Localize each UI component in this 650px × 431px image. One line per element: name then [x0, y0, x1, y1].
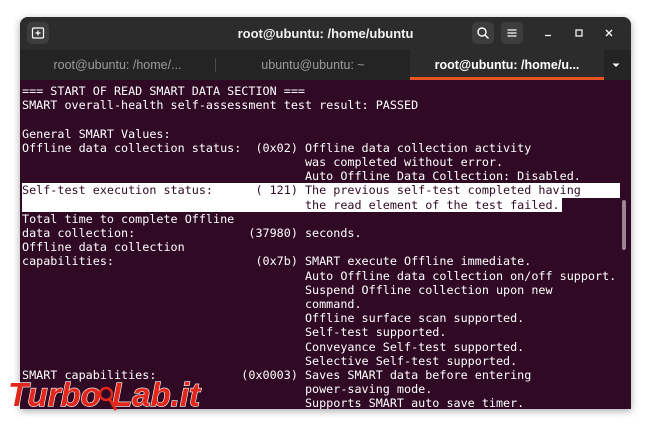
terminal-scrollbar[interactable] — [622, 200, 626, 250]
watermark-text-left: Turbo — [8, 376, 101, 413]
terminal-line: SMART overall-health self-assessment tes… — [22, 98, 419, 113]
watermark-text-right: Lab.it — [112, 376, 202, 413]
tab-label: root@ubuntu: /home/... — [53, 58, 182, 72]
terminal-line: was completed without error. — [22, 155, 504, 169]
terminal-line: Conveyance Self-test supported. — [22, 339, 525, 354]
terminal-line: Total time to complete Offline — [22, 211, 235, 226]
terminal-line: === START OF READ SMART DATA SECTION === — [22, 84, 305, 98]
terminal-line-selected: the read element of the test failed. — [22, 197, 562, 212]
tab-root-home-2[interactable]: root@ubuntu: /home/u... — [410, 50, 604, 80]
terminal-output[interactable]: === START OF READ SMART DATA SECTION ===… — [20, 80, 631, 409]
terminal-line: Offline surface scan supported. — [22, 311, 525, 326]
tab-bar: root@ubuntu: /home/... ubuntu@ubuntu: ~ … — [20, 50, 631, 80]
turbolab-watermark-logo: Turbo Lab.it — [7, 375, 202, 413]
terminal-line: Selective Self-test supported. — [22, 353, 518, 368]
new-tab-icon — [31, 27, 45, 39]
terminal-line: Offline data collection — [22, 240, 185, 255]
title-bar: root@ubuntu: /home/ubuntu — [20, 17, 631, 50]
terminal-line: Self-test supported. — [22, 325, 447, 340]
tab-list-dropdown[interactable] — [605, 54, 627, 76]
maximize-icon — [575, 29, 583, 37]
minimize-icon — [545, 34, 551, 37]
search-icon — [477, 27, 490, 40]
search-button[interactable] — [472, 22, 494, 44]
tab-root-home-1[interactable]: root@ubuntu: /home/... — [20, 50, 215, 80]
terminal-line: command. — [22, 297, 362, 311]
window-title: root@ubuntu: /home/ubuntu — [237, 26, 414, 41]
terminal-line-selected: Self-test execution status: ( 121) The p… — [22, 183, 620, 198]
maximize-button[interactable] — [568, 22, 590, 44]
terminal-line: capabilities: (0x7b) SMART execute Offli… — [22, 254, 532, 269]
menu-button[interactable] — [501, 22, 523, 44]
minimize-button[interactable] — [537, 22, 559, 44]
new-tab-button[interactable] — [27, 22, 49, 44]
hamburger-menu-icon — [507, 29, 517, 37]
terminal-line: Auto Offline data collection on/off supp… — [22, 268, 617, 283]
close-button[interactable] — [598, 22, 620, 44]
close-icon — [605, 29, 613, 37]
terminal-line: Offline data collection status: (0x02) O… — [22, 140, 532, 155]
chevron-down-icon — [612, 63, 620, 67]
terminal-line: Auto Offline Data Collection: Disabled. — [22, 169, 581, 184]
tab-label: root@ubuntu: /home/u... — [434, 58, 580, 72]
terminal-line: data collection: (37980) seconds. — [22, 226, 362, 240]
terminal-window: root@ubuntu: /home/ubuntu root@ubuntu: /… — [20, 17, 631, 409]
tab-ubuntu-home[interactable]: ubuntu@ubuntu: ~ — [216, 50, 410, 80]
terminal-line: Suspend Offline collection upon new — [22, 282, 553, 297]
terminal-line: General SMART Values: — [22, 126, 171, 141]
tab-label: ubuntu@ubuntu: ~ — [261, 58, 365, 72]
